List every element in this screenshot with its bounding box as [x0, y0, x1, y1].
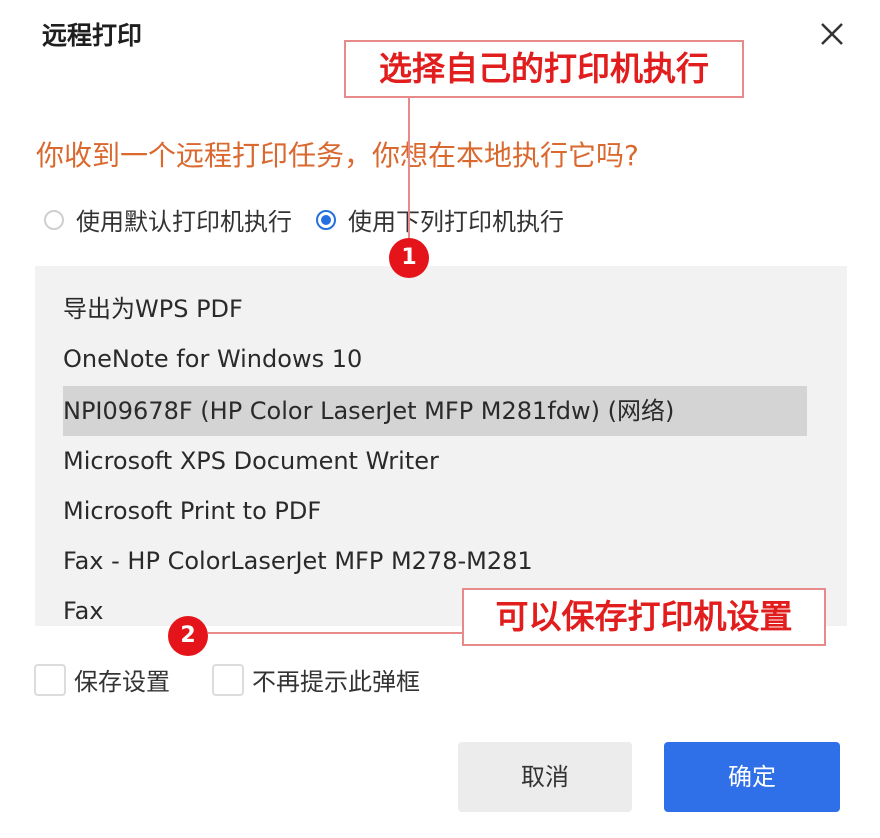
radio-label: 使用默认打印机执行	[76, 208, 292, 236]
annotation-callout-choose-printer: 选择自己的打印机执行	[344, 40, 744, 98]
printer-mode-radio-group: 使用默认打印机执行 使用下列打印机执行	[44, 202, 564, 237]
printer-list-item[interactable]: Fax	[63, 586, 114, 626]
radio-button[interactable]	[44, 209, 64, 230]
radio-label: 使用下列打印机执行	[348, 208, 564, 236]
dialog-title: 远程打印	[42, 21, 143, 50]
annotation-marker: 1	[389, 238, 429, 278]
checkbox-label: 不再提示此弹框	[252, 668, 420, 696]
printer-list-item[interactable]: Fax - HP ColorLaserJet MFP M278-M281	[63, 536, 543, 586]
annotation-marker: 2	[168, 616, 208, 656]
cancel-button[interactable]: 取消	[458, 742, 632, 812]
save-settings-option[interactable]: 保存设置	[34, 662, 170, 697]
close-icon[interactable]	[812, 14, 852, 54]
radio-default-printer[interactable]: 使用默认打印机执行	[44, 202, 292, 237]
printer-list-item[interactable]: Microsoft XPS Document Writer	[63, 436, 449, 486]
options-row: 保存设置 不再提示此弹框	[34, 662, 420, 697]
annotation-callout-save-settings: 可以保存打印机设置	[462, 588, 826, 646]
save-settings-checkbox[interactable]	[34, 663, 66, 696]
printer-list[interactable]: 导出为WPS PDF OneNote for Windows 10 NPI096…	[35, 266, 847, 626]
radio-selected-printer[interactable]: 使用下列打印机执行	[316, 202, 564, 237]
ok-button[interactable]: 确定	[664, 742, 840, 812]
printer-list-item[interactable]: Microsoft Print to PDF	[63, 486, 331, 536]
radio-button[interactable]	[316, 209, 336, 230]
annotation-connector-line	[208, 632, 464, 634]
question-text: 你收到一个远程打印任务，你想在本地执行它吗?	[36, 139, 639, 172]
dont-show-again-checkbox[interactable]	[212, 663, 244, 696]
printer-list-item[interactable]: 导出为WPS PDF	[63, 284, 253, 334]
printer-list-item-selected[interactable]: NPI09678F (HP Color LaserJet MFP M281fdw…	[63, 386, 807, 436]
close-button[interactable]	[812, 14, 852, 54]
checkbox-label: 保存设置	[74, 668, 170, 696]
dont-show-again-option[interactable]: 不再提示此弹框	[212, 662, 420, 697]
annotation-connector-line	[408, 98, 410, 238]
printer-list-item[interactable]: OneNote for Windows 10	[63, 334, 372, 384]
